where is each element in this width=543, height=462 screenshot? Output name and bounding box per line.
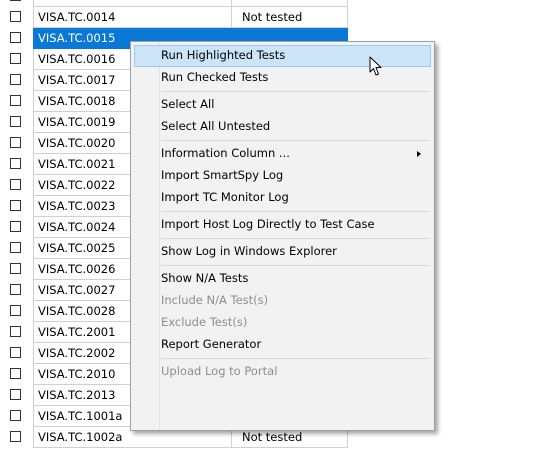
menu-select-all-untested[interactable]: Select All Untested	[134, 116, 431, 138]
row-checkbox[interactable]	[10, 389, 21, 400]
menu-separator	[161, 91, 429, 92]
menu-item-label: Show Log in Windows Explorer	[161, 244, 337, 258]
test-case-id-cell[interactable]: VISA.TC.0013	[33, 0, 231, 7]
row-checkbox[interactable]	[10, 368, 21, 379]
row-checkbox[interactable]	[10, 221, 21, 232]
menu-item-label: Import TC Monitor Log	[161, 190, 289, 204]
menu-show-na-tests[interactable]: Show N/A Tests	[134, 268, 431, 290]
row-checkbox[interactable]	[10, 53, 21, 64]
row-checkbox[interactable]	[10, 0, 21, 1]
menu-item-label: Import SmartSpy Log	[161, 168, 284, 182]
menu-item-label: Run Checked Tests	[161, 70, 269, 84]
row-checkbox[interactable]	[10, 284, 21, 295]
menu-select-all[interactable]: Select All	[134, 94, 431, 116]
row-checkbox[interactable]	[10, 347, 21, 358]
row-checkbox[interactable]	[10, 74, 21, 85]
test-status-cell[interactable]: Not tested	[231, 7, 348, 28]
menu-item-label: Import Host Log Directly to Test Case	[161, 217, 375, 231]
row-checkbox[interactable]	[10, 263, 21, 274]
row-checkbox[interactable]	[10, 158, 21, 169]
row-checkbox[interactable]	[10, 200, 21, 211]
menu-separator	[161, 211, 429, 212]
menu-item-label: Upload Log to Portal	[161, 364, 278, 378]
menu-run-highlighted-tests[interactable]: Run Highlighted Tests	[134, 45, 431, 67]
menu-information-column[interactable]: Information Column ...	[134, 143, 431, 165]
menu-include-na-tests: Include N/A Test(s)	[134, 290, 431, 312]
menu-separator	[161, 358, 429, 359]
row-checkbox[interactable]	[10, 410, 21, 421]
row-checkbox[interactable]	[10, 137, 21, 148]
row-checkbox[interactable]	[10, 179, 21, 190]
menu-show-log-in-explorer[interactable]: Show Log in Windows Explorer	[134, 241, 431, 263]
menu-item-label: Show N/A Tests	[161, 271, 249, 285]
row-checkbox[interactable]	[10, 242, 21, 253]
menu-report-generator[interactable]: Report Generator	[134, 334, 431, 356]
menu-upload-log-to-portal: Upload Log to Portal	[134, 361, 431, 383]
row-checkbox[interactable]	[10, 116, 21, 127]
row-checkbox[interactable]	[10, 326, 21, 337]
submenu-arrow-icon	[417, 151, 421, 157]
menu-item-label: Information Column ...	[161, 146, 290, 160]
menu-import-smartspy-log[interactable]: Import SmartSpy Log	[134, 165, 431, 187]
menu-separator	[161, 238, 429, 239]
table-row[interactable]: VISA.TC.0014 Not tested	[0, 7, 543, 28]
row-checkbox[interactable]	[10, 305, 21, 316]
table-row[interactable]: VISA.TC.0013Not tested	[0, 0, 543, 7]
menu-exclude-tests: Exclude Test(s)	[134, 312, 431, 334]
test-status-cell[interactable]: Not tested	[231, 0, 348, 7]
test-case-id-cell[interactable]: VISA.TC.0014	[33, 7, 231, 28]
menu-import-host-log[interactable]: Import Host Log Directly to Test Case	[134, 214, 431, 236]
mouse-pointer-icon	[369, 56, 382, 76]
context-menu: Run Highlighted Tests Run Checked Tests Se…	[130, 41, 435, 431]
menu-import-tc-monitor-log[interactable]: Import TC Monitor Log	[134, 187, 431, 209]
menu-item-label: Report Generator	[161, 337, 262, 351]
menu-run-checked-tests[interactable]: Run Checked Tests	[134, 67, 431, 89]
row-checkbox[interactable]	[10, 431, 21, 442]
row-checkbox[interactable]	[10, 11, 21, 22]
menu-item-label: Exclude Test(s)	[161, 315, 248, 329]
menu-item-label: Select All	[161, 97, 215, 111]
menu-separator	[161, 140, 429, 141]
row-checkbox[interactable]	[10, 95, 21, 106]
menu-item-label: Run Highlighted Tests	[161, 48, 286, 62]
menu-item-label: Include N/A Test(s)	[161, 293, 269, 307]
menu-item-label: Select All Untested	[161, 119, 271, 133]
row-checkbox[interactable]	[10, 32, 21, 43]
menu-separator	[161, 265, 429, 266]
